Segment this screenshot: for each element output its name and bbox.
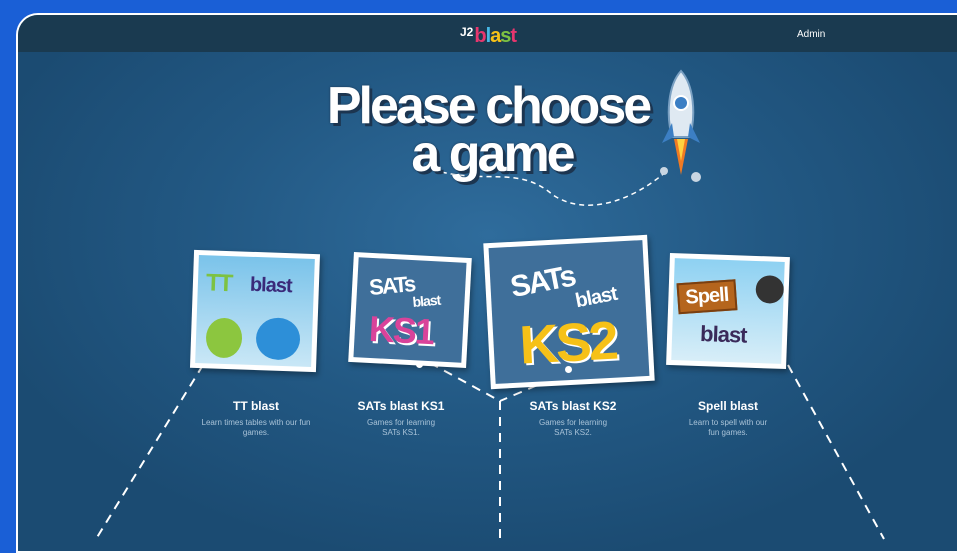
game-card-spell-blast[interactable]: Spell blast: [666, 252, 790, 370]
bomb-icon: [755, 274, 785, 304]
blue-monster-icon: [255, 317, 301, 361]
game-card-sats-ks1[interactable]: SATs blast KS1: [348, 251, 472, 369]
tt-art-title: TT: [205, 269, 232, 298]
tt-blast-artwork: TT blast: [195, 255, 315, 367]
game-title-sats-ks1[interactable]: SATs blast KS1: [331, 399, 471, 413]
game-desc-tt-blast: Learn times tables with our fun games.: [201, 418, 311, 437]
game-card-tt-blast[interactable]: TT blast: [189, 249, 321, 373]
game-desc-sats-ks1: Games for learning SATs KS1.: [366, 418, 436, 437]
headline-line-1: Please choose: [326, 77, 652, 135]
ks1-pin-dot: [416, 361, 423, 368]
sats-ks1-artwork: SATs blast KS1: [353, 257, 467, 363]
game-title-tt-blast[interactable]: TT blast: [186, 399, 326, 413]
ks2-art-title: SATs: [507, 259, 578, 305]
spell-art-word: blast: [699, 321, 747, 348]
ks1-art-title: SATs: [368, 271, 416, 300]
headline-line-2: a game: [411, 125, 575, 183]
game-desc-sats-ks2: Games for learning SATs KS2.: [538, 418, 608, 437]
tt-art-word: blast: [249, 273, 292, 298]
page-headline: Please choose a game: [278, 77, 698, 183]
spell-blast-artwork: Spell blast: [671, 258, 785, 364]
game-title-sats-ks2[interactable]: SATs blast KS2: [503, 399, 643, 413]
game-title-spell-blast[interactable]: Spell blast: [658, 399, 798, 413]
ks1-art-word: blast: [411, 291, 441, 311]
ks2-pin-dot: [565, 366, 572, 373]
green-monster-icon: [205, 317, 243, 359]
sats-ks2-artwork: SATs blast KS2: [488, 240, 650, 384]
rocket-icon: [660, 69, 701, 182]
ks1-art-level: KS1: [367, 307, 434, 353]
spell-art-title: Spell: [676, 279, 738, 315]
game-desc-spell-blast: Learn to spell with our fun games.: [688, 418, 768, 437]
game-chooser-panel: J2 b l a s t Admin Please choose a game: [16, 13, 957, 553]
